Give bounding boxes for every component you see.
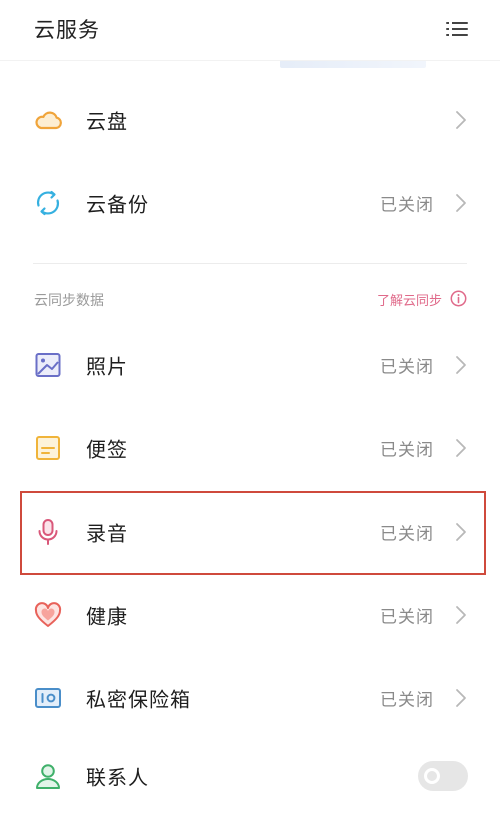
note-icon	[36, 436, 60, 460]
heart-icon	[34, 602, 62, 627]
safe-icon	[35, 688, 61, 708]
cloud-service-screen: 云服务 云盘 云备份 已关闭 云同步数据 了解云同步 照片 已关闭 便签 已关闭…	[0, 0, 500, 831]
row-label: 私密保险箱	[86, 687, 191, 712]
row-label: 便签	[86, 437, 128, 462]
vault-row[interactable]: 私密保险箱 已关闭	[0, 663, 500, 733]
chevron-right-icon	[456, 439, 466, 457]
header-divider	[0, 60, 500, 61]
cloud-backup-row[interactable]: 云备份 已关闭	[0, 168, 500, 238]
sync-circle-icon	[36, 190, 60, 216]
status-text: 已关闭	[380, 357, 434, 378]
status-text: 已关闭	[380, 195, 434, 216]
chevron-right-icon	[456, 111, 466, 129]
banner-strip	[280, 60, 426, 68]
chevron-right-icon	[456, 194, 466, 212]
header-bar: 云服务	[0, 0, 500, 58]
row-label: 健康	[86, 604, 128, 629]
page-title: 云服务	[34, 18, 100, 42]
learn-sync-link[interactable]: 了解云同步	[377, 290, 442, 309]
status-text: 已关闭	[380, 440, 434, 461]
status-text: 已关闭	[380, 607, 434, 628]
chevron-right-icon	[456, 356, 466, 374]
row-label: 云备份	[86, 192, 149, 217]
contacts-row[interactable]: 联系人	[0, 741, 500, 811]
info-icon[interactable]	[450, 290, 467, 307]
chevron-right-icon	[456, 606, 466, 624]
photos-row[interactable]: 照片 已关闭	[0, 330, 500, 400]
sync-section-header: 云同步数据 了解云同步	[0, 285, 500, 315]
list-menu-icon[interactable]	[446, 20, 468, 38]
notes-row[interactable]: 便签 已关闭	[0, 413, 500, 483]
photo-icon	[35, 353, 61, 377]
toggle-knob	[424, 768, 440, 784]
health-row[interactable]: 健康 已关闭	[0, 580, 500, 650]
row-label: 联系人	[86, 765, 149, 790]
cloud-disk-row[interactable]: 云盘	[0, 85, 500, 155]
row-label: 照片	[86, 354, 128, 379]
chevron-right-icon	[456, 689, 466, 707]
highlight-box	[20, 491, 486, 575]
section-title: 云同步数据	[34, 293, 104, 309]
contacts-toggle[interactable]	[418, 761, 468, 791]
status-text: 已关闭	[380, 690, 434, 711]
cloud-icon	[35, 111, 62, 130]
row-label: 云盘	[86, 109, 128, 134]
person-icon	[36, 764, 60, 789]
section-divider	[33, 263, 467, 264]
